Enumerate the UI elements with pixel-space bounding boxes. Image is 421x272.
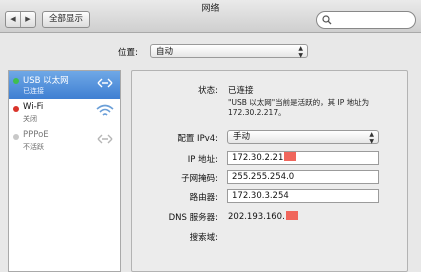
status-description: "USB 以太网"当前是活跃的，其 IP 地址为 172.30.2.217。 (228, 98, 370, 117)
show-all-button[interactable]: 全部显示 (42, 11, 91, 28)
service-status: 不活跃 (23, 143, 44, 151)
service-status: 已连接 (23, 87, 44, 95)
service-item-wifi[interactable]: Wi-Fi 关闭 (9, 99, 120, 127)
status-value: 已连接 (228, 86, 254, 96)
service-name: PPPoE (23, 130, 49, 140)
ipv4-config-label: 配置 IPv4: (177, 134, 218, 144)
service-name: USB 以太网 (23, 76, 69, 86)
dns-server-value[interactable]: 202.193.160. (228, 211, 298, 222)
search-input[interactable] (316, 11, 416, 29)
back-button[interactable]: ◀ (6, 12, 20, 27)
search-domain-label: 搜索域: (189, 233, 218, 243)
ipv4-config-value: 手动 (233, 132, 251, 142)
ipv4-config-select[interactable]: 手动 ▲ ▼ (227, 130, 379, 145)
wifi-icon (96, 104, 114, 116)
location-label: 位置: (118, 48, 138, 58)
ip-address-field[interactable]: 172.30.2.21 (227, 151, 379, 165)
subnet-mask-label: 子网掩码: (181, 174, 218, 184)
redaction-mark (284, 152, 297, 161)
router-value: 172.30.3.254 (232, 191, 289, 201)
subnet-mask-value: 255.255.254.0 (232, 172, 295, 182)
router-label: 路由器: (189, 193, 218, 203)
service-item-pppoe[interactable]: PPPoE 不活跃 (9, 127, 120, 155)
subnet-mask-field[interactable]: 255.255.254.0 (227, 170, 379, 184)
status-dot-icon (13, 134, 19, 140)
select-arrows-icon: ▲ ▼ (369, 131, 374, 145)
router-field[interactable]: 172.30.3.254 (227, 189, 379, 203)
service-item-usb-ethernet[interactable]: USB 以太网 已连接 (9, 71, 120, 99)
forward-button[interactable]: ▶ (20, 12, 35, 27)
location-value: 自动 (156, 47, 174, 57)
ip-address-value: 172.30.2.21 (232, 153, 284, 163)
service-status: 关闭 (23, 115, 37, 123)
title-bar: 网络 ◀ ▶ 全部显示 (0, 0, 421, 33)
pppoe-arrows-icon (97, 134, 113, 144)
service-list: USB 以太网 已连接 Wi-Fi 关闭 PPPoE 不活跃 (8, 70, 121, 272)
location-select[interactable]: 自动 ▲ ▼ (150, 44, 308, 59)
status-label: 状态: (198, 86, 218, 96)
ip-address-label: IP 地址: (187, 155, 218, 165)
search-icon (322, 15, 332, 25)
ethernet-arrows-icon (97, 78, 113, 88)
dns-server-text: 202.193.160. (228, 212, 285, 222)
redaction-mark (285, 211, 298, 220)
status-dot-icon (13, 78, 19, 84)
service-name: Wi-Fi (23, 102, 44, 112)
select-arrows-icon: ▲ ▼ (298, 45, 303, 59)
nav-buttons: ◀ ▶ (5, 11, 36, 28)
dns-server-label: DNS 服务器: (168, 213, 218, 223)
status-dot-icon (13, 106, 19, 112)
detail-panel: 状态: 已连接 "USB 以太网"当前是活跃的，其 IP 地址为 172.30.… (131, 70, 408, 272)
